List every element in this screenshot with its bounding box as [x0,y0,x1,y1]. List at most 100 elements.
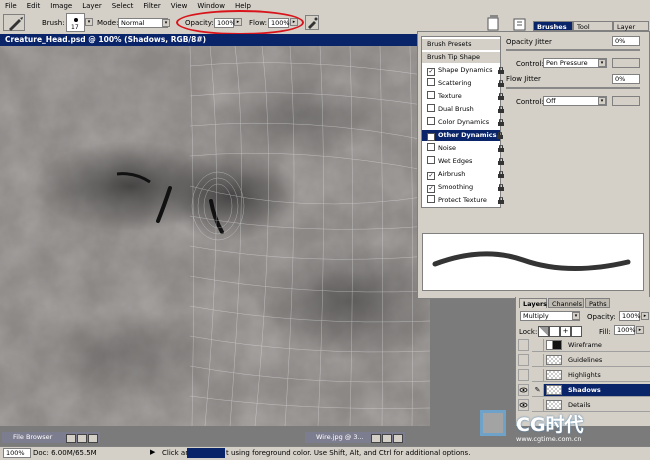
control-dropdown-icon-2[interactable]: ▾ [598,97,606,105]
lock-icon[interactable] [497,131,503,139]
layers-tab-paths[interactable]: Paths [585,298,610,308]
brush-setting-label: Dual Brush [438,105,474,113]
checkbox-icon[interactable] [427,117,435,125]
lock-position-icon[interactable]: + [560,326,571,337]
wire-document-window[interactable]: Wire.jpg @ 3... [305,432,405,443]
checkbox-icon[interactable] [427,156,435,164]
well-tab-layer-comps[interactable]: Layer Comps [613,21,649,41]
layer-link-box[interactable] [532,354,544,366]
status-arrow-icon[interactable]: ▶ [150,448,155,456]
menu-item-help[interactable]: Help [230,2,256,10]
opacity-jitter-slider[interactable] [506,49,640,51]
brush-setting-protect-texture[interactable]: Protect Texture [427,195,504,206]
wire-maximize-button[interactable] [382,433,392,443]
canvas[interactable] [0,46,430,426]
brush-setting-airbrush[interactable]: ✓ Airbrush [427,169,504,180]
checkbox-icon[interactable] [427,91,435,99]
layer-visibility-toggle[interactable] [518,384,529,396]
restore-button[interactable] [66,433,76,443]
opacity-jitter-input[interactable]: 0% [612,36,640,46]
layer-visibility-toggle[interactable] [518,369,529,381]
brush-setting-label: Brush Tip Shape [427,53,480,61]
checkbox-icon[interactable]: ✓ [427,172,435,180]
well-tab-tool-presets[interactable]: Tool Presets [573,21,613,41]
lock-all-icon[interactable] [571,326,582,337]
close-button[interactable] [88,433,98,443]
maximize-button[interactable] [77,433,87,443]
layer-thumbnail [546,340,562,350]
brush-setting-brush-tip-shape[interactable]: Brush Tip Shape [422,52,500,63]
blend-mode-dropdown-icon[interactable]: ▾ [572,312,580,320]
layer-name: Shadows [568,386,601,394]
brush-tool-preset-picker[interactable] [3,14,25,31]
flow-jitter-input[interactable]: 0% [612,74,640,84]
brush-setting-scattering[interactable]: Scattering [427,78,504,89]
lock-icon[interactable] [498,196,504,204]
checkbox-icon[interactable]: ✓ [427,68,435,76]
menu-item-image[interactable]: Image [45,2,77,10]
layer-visibility-toggle[interactable] [518,354,529,366]
lock-image-icon[interactable] [549,326,560,337]
layer-row-guidelines[interactable]: Guidelines [532,354,650,367]
brush-setting-color-dynamics[interactable]: Color Dynamics [427,117,504,128]
watermark-logo-icon [480,410,506,436]
menu-item-view[interactable]: View [166,2,193,10]
wire-restore-button[interactable] [371,433,381,443]
brush-setting-shape-dynamics[interactable]: ✓ Shape Dynamics [427,65,504,76]
lock-transparency-icon[interactable] [538,326,549,337]
menu-item-edit[interactable]: Edit [22,2,46,10]
brush-setting-noise[interactable]: Noise [427,143,504,154]
layer-opacity-arrow-icon[interactable]: ▸ [641,312,649,320]
layers-tab-layers[interactable]: Layers [519,298,547,308]
brush-setting-smoothing[interactable]: ✓ Smoothing [427,182,504,193]
blend-mode-select[interactable]: Multiply [520,311,580,321]
menu-item-layer[interactable]: Layer [77,2,107,10]
layer-row-wireframe[interactable]: Wireframe [532,339,650,352]
brush-preset-picker[interactable]: 17 [66,13,85,32]
brush-setting-brush-presets[interactable]: Brush Presets [422,39,500,50]
checkbox-icon[interactable] [427,104,435,112]
lock-icon[interactable] [498,170,504,178]
lock-icon[interactable] [498,92,504,100]
well-tab-brushes[interactable]: Brushes [533,21,573,31]
checkbox-icon[interactable]: ✓ [427,133,435,141]
layer-row-shadows[interactable]: ✎ Shadows [532,384,650,397]
checkbox-icon[interactable] [427,143,435,151]
flow-jitter-slider[interactable] [506,87,640,89]
mode-dropdown-icon[interactable]: ▾ [162,19,170,27]
lock-icon[interactable] [498,118,504,126]
brush-preset-dropdown-icon[interactable]: ▾ [85,18,93,26]
lock-icon[interactable] [498,144,504,152]
control-dropdown-icon-1[interactable]: ▾ [598,59,606,67]
checkbox-icon[interactable] [427,195,435,203]
checkbox-icon[interactable] [427,78,435,86]
lock-icon[interactable] [498,183,504,191]
layer-link-box[interactable] [532,339,544,351]
lock-icon[interactable] [498,79,504,87]
layer-visibility-toggle[interactable] [518,339,529,351]
mode-select[interactable]: Normal [118,18,168,28]
brush-setting-wet-edges[interactable]: Wet Edges [427,156,504,167]
lock-icon[interactable] [498,105,504,113]
brush-setting-dual-brush[interactable]: Dual Brush [427,104,504,115]
lock-icon[interactable] [498,66,504,74]
fill-input[interactable]: 100% [614,325,636,335]
checkbox-icon[interactable]: ✓ [427,185,435,193]
brush-setting-texture[interactable]: Texture [427,91,504,102]
menu-item-file[interactable]: File [0,2,22,10]
layer-opacity-input[interactable]: 100% [619,311,641,321]
layer-row-highlights[interactable]: Highlights [532,369,650,382]
layer-link-box[interactable] [532,369,544,381]
menu-item-window[interactable]: Window [192,2,230,10]
menu-item-filter[interactable]: Filter [138,2,165,10]
layers-tab-channels[interactable]: Channels [548,298,584,308]
menu-item-select[interactable]: Select [107,2,139,10]
brush-active-icon[interactable]: ✎ [532,384,544,396]
fill-arrow-icon[interactable]: ▸ [636,326,644,334]
brush-setting-other-dynamics[interactable]: ✓ Other Dynamics [422,130,503,141]
wire-close-button[interactable] [393,433,403,443]
zoom-field[interactable]: 100% [3,448,31,458]
lock-icon[interactable] [498,157,504,165]
file-browser-window[interactable]: File Browser [2,432,100,443]
airbrush-toggle-button[interactable] [305,15,319,30]
